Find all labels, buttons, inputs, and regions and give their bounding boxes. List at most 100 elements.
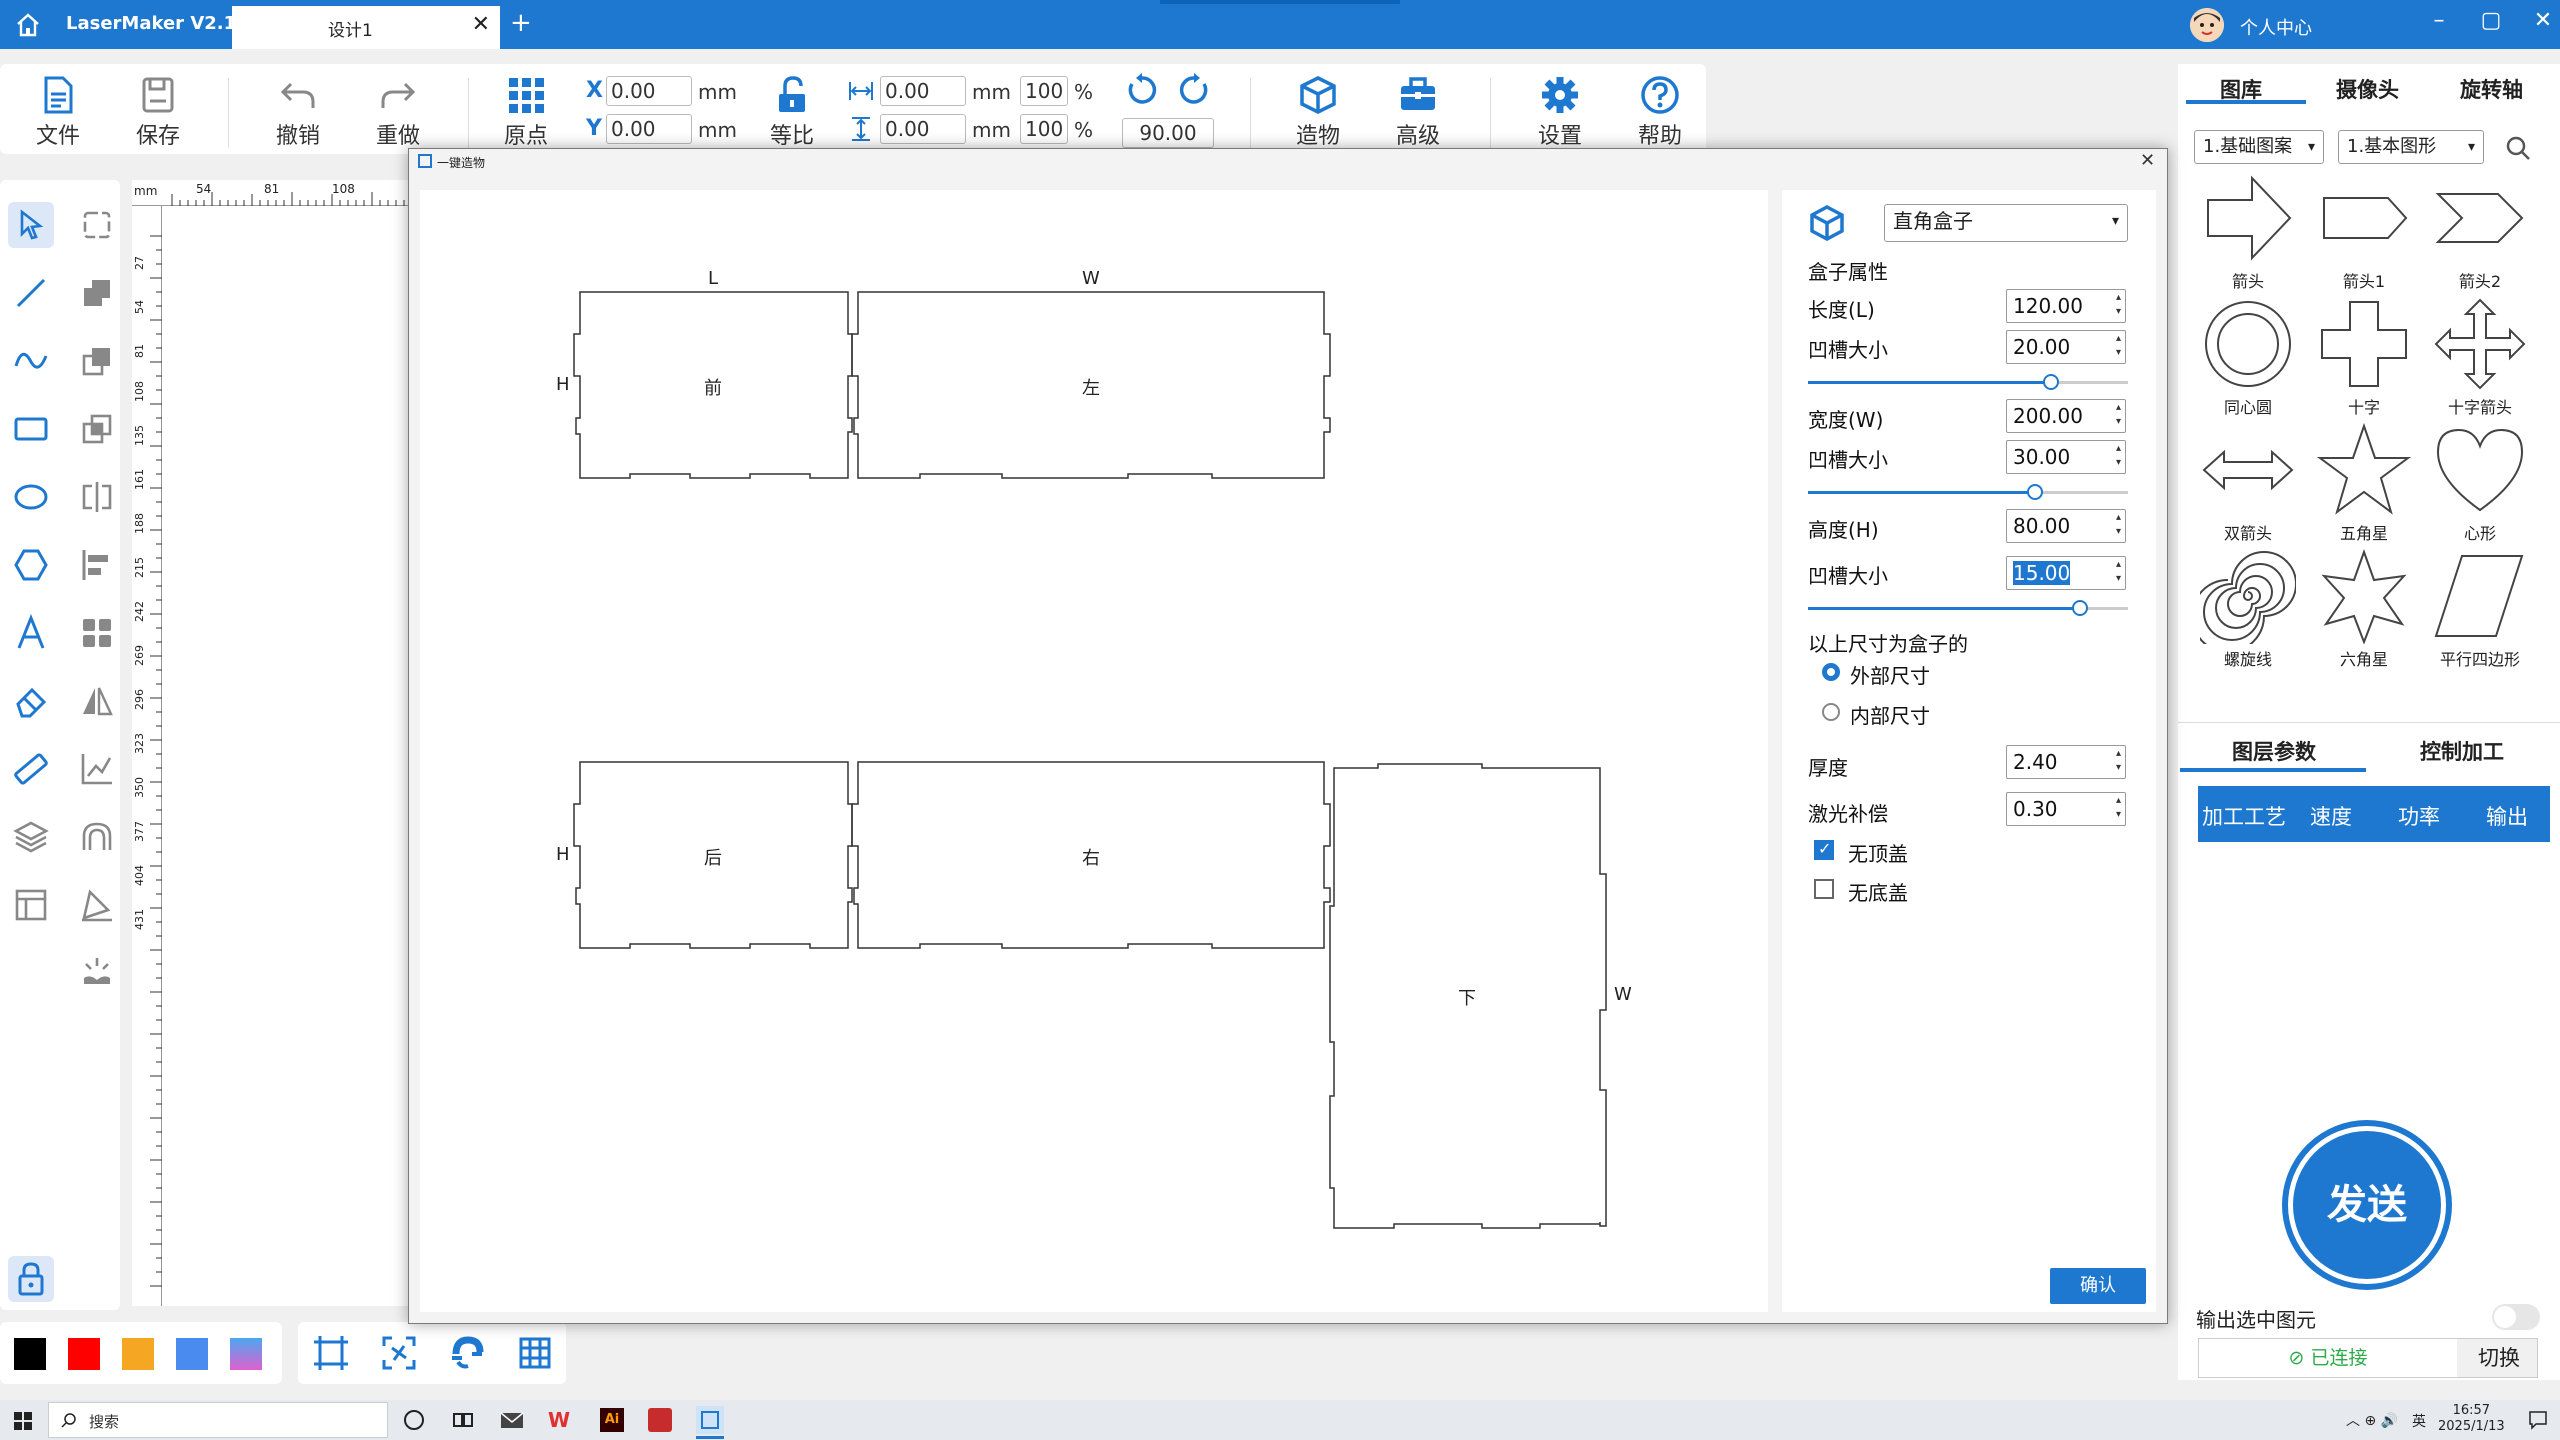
ime-indicator[interactable]: 英 <box>2412 1411 2426 1431</box>
send-button[interactable]: 发送 <box>2293 1131 2441 1279</box>
file-button[interactable]: 文件 <box>18 74 98 150</box>
illustrator-icon[interactable]: Ai <box>600 1408 624 1432</box>
curve-tool[interactable] <box>8 338 54 384</box>
search-icon[interactable] <box>2504 134 2532 162</box>
tab-design[interactable]: 设计1 ✕ <box>232 6 500 49</box>
outer-size-radio[interactable] <box>1822 663 1840 681</box>
cortana-icon[interactable] <box>404 1410 424 1430</box>
confirm-button[interactable]: 确认 <box>2050 1268 2146 1304</box>
avatar[interactable] <box>2190 8 2224 42</box>
shape-spiral[interactable]: 螺旋线 <box>2190 548 2306 670</box>
measure-tool[interactable] <box>8 746 54 792</box>
effects-tool[interactable] <box>74 950 120 996</box>
width-slot-slider[interactable] <box>1808 484 2128 500</box>
notification-icon[interactable] <box>2528 1410 2548 1430</box>
fit-selection-icon[interactable] <box>380 1334 418 1372</box>
text-tool[interactable] <box>8 610 54 656</box>
taskbar-clock[interactable]: 16:57 2025/1/13 <box>2438 1403 2505 1435</box>
origin-button[interactable]: 原点 <box>486 74 566 150</box>
width-slot-input[interactable]: 30.00 <box>2006 440 2126 474</box>
shape-double-arrow[interactable]: 双箭头 <box>2190 422 2306 544</box>
mirror-tool[interactable] <box>74 474 120 520</box>
thickness-input[interactable]: 2.40 <box>2006 745 2126 779</box>
help-button[interactable]: 帮助 <box>1620 74 1700 150</box>
redo-button[interactable]: 重做 <box>358 74 438 150</box>
x-input[interactable]: 0.00 <box>606 76 692 106</box>
length-slot-input[interactable]: 20.00 <box>2006 330 2126 364</box>
shape-five-star[interactable]: 五角星 <box>2306 422 2422 544</box>
close-icon[interactable]: ✕ <box>2528 8 2558 33</box>
polygon-tool[interactable] <box>8 542 54 588</box>
layout-tool[interactable] <box>8 882 54 928</box>
minimize-icon[interactable]: – <box>2424 8 2454 33</box>
node-edit-tool[interactable] <box>74 202 120 248</box>
rotate-ccw-icon[interactable] <box>1124 72 1160 108</box>
home-icon[interactable] <box>14 12 42 38</box>
array-tool[interactable] <box>74 610 120 656</box>
dialog-close-icon[interactable]: ✕ <box>2140 150 2155 171</box>
category-select[interactable]: 1.基础图案 <box>2194 130 2324 164</box>
length-input[interactable]: 120.00 <box>2006 289 2126 323</box>
rotate-angle-input[interactable]: 90.00 <box>1122 118 1214 148</box>
magnet-icon[interactable] <box>448 1334 486 1372</box>
width-input[interactable]: 200.00 <box>2006 399 2126 433</box>
advanced-button[interactable]: 高级 <box>1378 74 1458 150</box>
shape-concentric-circle[interactable]: 同心圆 <box>2190 296 2306 418</box>
shape-cross[interactable]: 十字 <box>2306 296 2422 418</box>
inner-size-radio[interactable] <box>1822 703 1840 721</box>
shape-arrow-1[interactable]: 箭头1 <box>2306 170 2422 292</box>
shape-six-star[interactable]: 六角星 <box>2306 548 2422 670</box>
rectangle-tool[interactable] <box>8 406 54 452</box>
undo-button[interactable]: 撤销 <box>258 74 338 150</box>
maximize-icon[interactable]: ▢ <box>2476 8 2506 33</box>
output-selected-toggle[interactable] <box>2492 1304 2540 1330</box>
settings-button[interactable]: 设置 <box>1520 74 1600 150</box>
tray-icons[interactable]: ︿ ⊕ 🔊 <box>2346 1410 2398 1430</box>
shape-heart[interactable]: 心形 <box>2422 422 2538 544</box>
width-input[interactable]: 0.00 <box>880 76 966 106</box>
user-center-link[interactable]: 个人中心 <box>2240 14 2312 40</box>
height-slot-input[interactable]: 15.00 <box>2006 556 2126 590</box>
tab-process-control[interactable]: 控制加工 <box>2420 736 2504 766</box>
chart-tool[interactable] <box>74 746 120 792</box>
lock-tool[interactable] <box>8 1256 54 1302</box>
pen-tool[interactable] <box>74 882 120 928</box>
eraser-tool[interactable] <box>8 678 54 724</box>
select-tool[interactable] <box>8 202 54 248</box>
flip-tool[interactable] <box>74 678 120 724</box>
line-tool[interactable] <box>8 270 54 316</box>
box-type-select[interactable]: 直角盒子 <box>1884 204 2128 242</box>
shape-arrow[interactable]: 箭头 <box>2190 170 2306 292</box>
color-swatch-gradient[interactable] <box>230 1338 262 1370</box>
height-slot-slider[interactable] <box>1808 600 2128 616</box>
color-swatch-red[interactable] <box>68 1338 100 1370</box>
color-swatch-blue[interactable] <box>176 1338 208 1370</box>
y-input[interactable]: 0.00 <box>606 114 692 144</box>
offset-tool[interactable] <box>74 814 120 860</box>
shape-cross-arrow[interactable]: 十字箭头 <box>2422 296 2538 418</box>
subcategory-select[interactable]: 1.基本图形 <box>2338 130 2484 164</box>
length-slot-slider[interactable] <box>1808 374 2128 390</box>
width-percent-input[interactable]: 100 <box>1020 76 1068 106</box>
app-red-icon[interactable] <box>648 1408 672 1432</box>
tab-layer-params[interactable]: 图层参数 <box>2232 736 2316 766</box>
tab-camera[interactable]: 摄像头 <box>2336 74 2399 104</box>
create-button[interactable]: 造物 <box>1278 74 1358 150</box>
tab-close-icon[interactable]: ✕ <box>472 12 490 37</box>
no-bottom-checkbox[interactable] <box>1814 879 1834 899</box>
color-swatch-orange[interactable] <box>122 1338 154 1370</box>
height-input[interactable]: 80.00 <box>2006 509 2126 543</box>
subtract-tool[interactable] <box>74 338 120 384</box>
task-view-icon[interactable] <box>452 1410 474 1430</box>
windows-start-icon[interactable] <box>14 1412 32 1430</box>
intersect-tool[interactable] <box>74 406 120 452</box>
height-input[interactable]: 0.00 <box>880 114 966 144</box>
shape-parallelogram[interactable]: 平行四边形 <box>2422 548 2538 670</box>
taskbar-search[interactable]: 搜索 <box>48 1402 388 1438</box>
kerf-input[interactable]: 0.30 <box>2006 792 2126 826</box>
no-top-checkbox[interactable] <box>1814 839 1834 860</box>
save-button[interactable]: 保存 <box>118 74 198 150</box>
wps-icon[interactable]: W <box>548 1408 574 1432</box>
color-swatch-black[interactable] <box>14 1338 46 1370</box>
mail-icon[interactable] <box>500 1410 524 1430</box>
